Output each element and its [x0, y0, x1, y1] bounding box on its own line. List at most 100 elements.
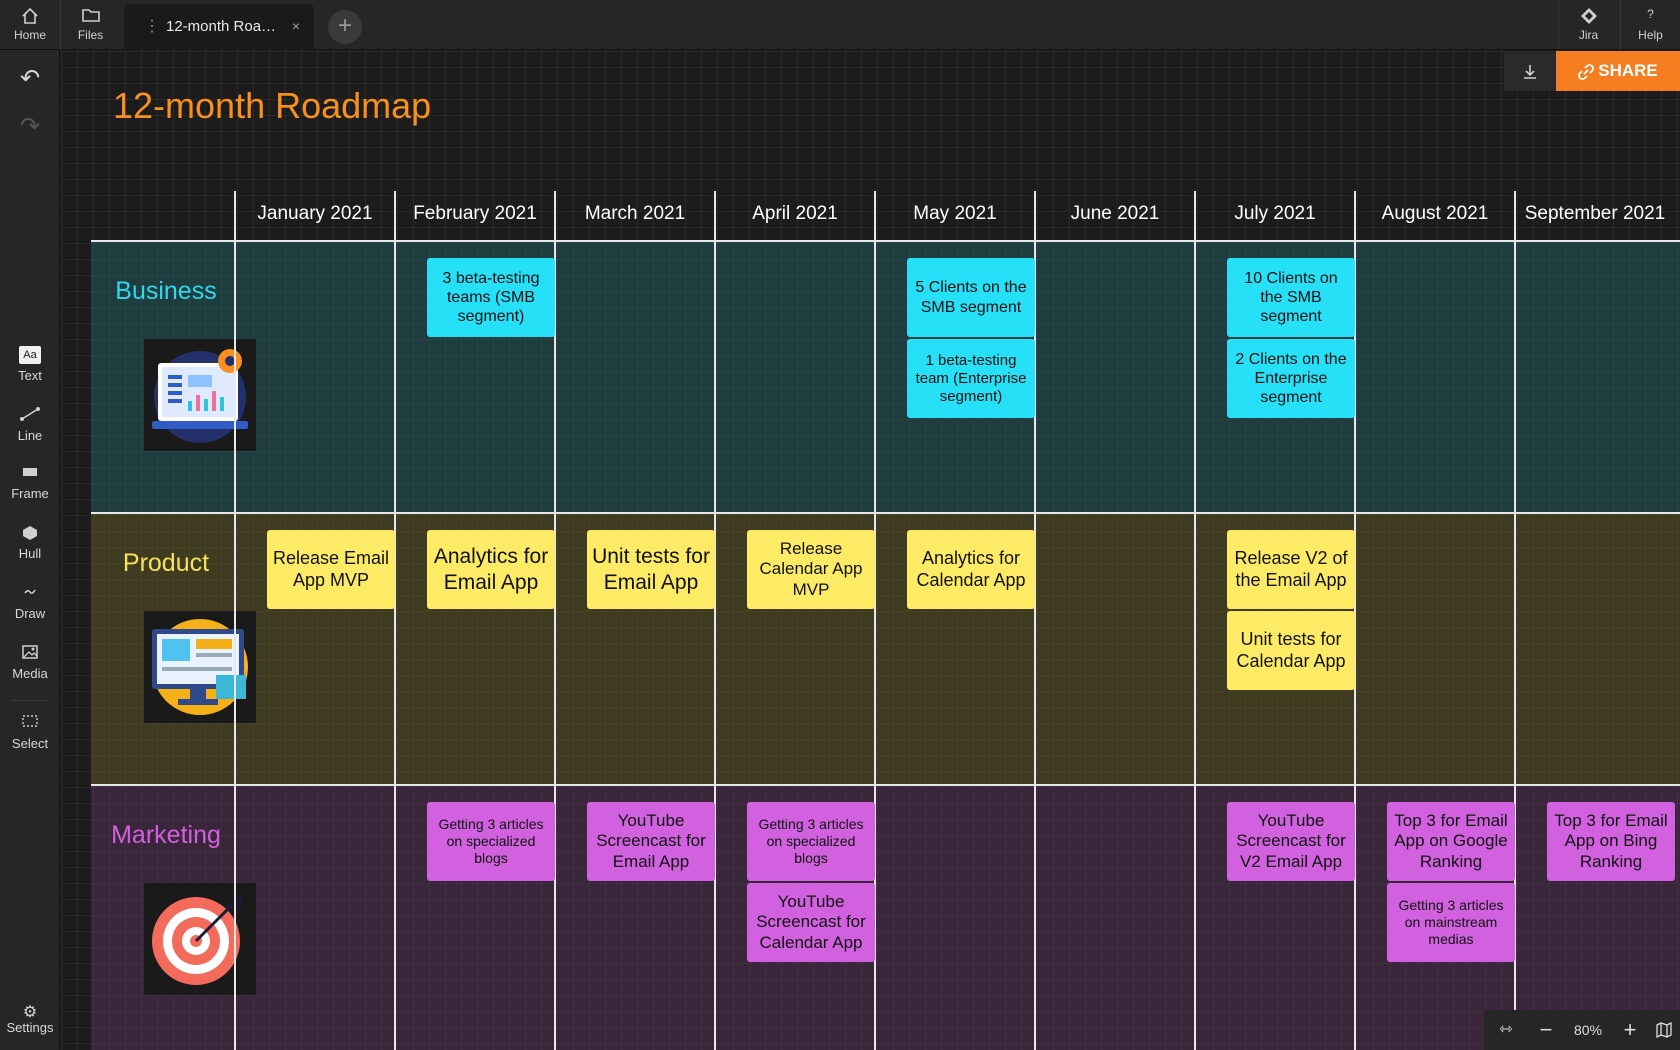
row-divider: [91, 784, 1680, 786]
sticky-note[interactable]: Analytics for Email App: [427, 530, 555, 609]
tab-menu-icon[interactable]: ⋮: [144, 16, 160, 36]
sticky-note-text: Unit tests for Calendar App: [1236, 628, 1346, 671]
sticky-note[interactable]: YouTube Screencast for V2 Email App: [1227, 802, 1355, 881]
tab-title: 12-month Roa…: [166, 18, 277, 35]
add-tab-button[interactable]: +: [328, 10, 362, 44]
top-bar: Home Files ⋮ 12-month Roa… × + Jira ? He…: [0, 0, 1680, 50]
hull-tool-label: Hull: [18, 546, 42, 561]
sticky-note[interactable]: 1 beta-testing team (Enterprise segment): [907, 339, 1035, 418]
lane-title-business[interactable]: Business: [91, 277, 241, 306]
close-tab-icon[interactable]: ×: [292, 18, 300, 34]
sticky-note[interactable]: 2 Clients on the Enterprise segment: [1227, 339, 1355, 418]
sticky-note[interactable]: Release Calendar App MVP: [747, 530, 875, 609]
month-header-may[interactable]: May 2021: [875, 203, 1035, 225]
share-button[interactable]: SHARE: [1556, 51, 1680, 91]
month-header-apr[interactable]: April 2021: [715, 203, 875, 225]
map-icon[interactable]: [1648, 1010, 1680, 1050]
download-button[interactable]: [1504, 51, 1556, 91]
column-divider: [394, 191, 396, 1050]
help-button[interactable]: ? Help: [1620, 0, 1680, 50]
sticky-note-text: YouTube Screencast for Email App: [596, 810, 706, 871]
settings-button[interactable]: ⚙ Settings: [0, 1002, 60, 1035]
month-header-sep[interactable]: September 2021: [1515, 203, 1675, 225]
line-tool-label: Line: [17, 428, 43, 443]
sticky-note-text: 10 Clients on the SMB segment: [1244, 269, 1338, 326]
app-window: Home Files ⋮ 12-month Roa… × + Jira ? He…: [0, 0, 1680, 1050]
select-tool[interactable]: Select: [0, 714, 60, 751]
files-button[interactable]: Files: [60, 0, 120, 50]
target-dart-image[interactable]: [144, 883, 256, 995]
text-tool[interactable]: Aa Text: [0, 346, 60, 383]
sticky-note[interactable]: 3 beta-testing teams (SMB segment): [427, 258, 555, 337]
analytics-laptop-image[interactable]: [144, 339, 256, 451]
home-label: Home: [13, 28, 46, 42]
sticky-note[interactable]: YouTube Screencast for Email App: [587, 802, 715, 881]
sticky-note[interactable]: Release V2 of the Email App: [1227, 530, 1355, 609]
month-header-jan[interactable]: January 2021: [235, 203, 395, 225]
sticky-note-text: 3 beta-testing teams (SMB segment): [442, 269, 540, 326]
fit-width-icon[interactable]: ⇿: [1484, 1010, 1528, 1050]
column-divider: [234, 191, 236, 1050]
sticky-note[interactable]: Top 3 for Email App on Google Ranking: [1387, 802, 1515, 881]
help-icon: ?: [1647, 7, 1654, 21]
jira-button[interactable]: Jira: [1558, 0, 1618, 50]
board-canvas[interactable]: 12-month Roadmap Business Product Market…: [61, 51, 1680, 1050]
month-header-jul[interactable]: July 2021: [1195, 203, 1355, 225]
hull-tool[interactable]: Hull: [0, 524, 60, 561]
home-button[interactable]: Home: [0, 0, 60, 50]
sticky-note[interactable]: Getting 3 articles on specialized blogs: [747, 802, 875, 881]
month-header-mar[interactable]: March 2021: [555, 203, 715, 225]
undo-icon[interactable]: ↶: [0, 64, 60, 93]
select-icon: [0, 714, 60, 736]
draw-tool[interactable]: Draw: [0, 584, 60, 621]
sticky-note[interactable]: Unit tests for Email App: [587, 530, 715, 609]
help-label: Help: [1638, 28, 1663, 42]
document-tab[interactable]: ⋮ 12-month Roa… ×: [124, 4, 314, 50]
zoom-out-button[interactable]: −: [1528, 1010, 1564, 1050]
sticky-note[interactable]: YouTube Screencast for Calendar App: [747, 883, 875, 962]
jira-icon: [1559, 0, 1618, 28]
month-header-jun[interactable]: June 2021: [1035, 203, 1195, 225]
row-divider: [91, 240, 1680, 242]
settings-label: Settings: [6, 1020, 54, 1035]
jira-label: Jira: [1578, 28, 1599, 42]
redo-icon[interactable]: ↷: [0, 112, 60, 141]
board-actions: SHARE: [1504, 51, 1680, 91]
media-tool-label: Media: [12, 666, 48, 681]
share-label: SHARE: [1598, 61, 1658, 80]
line-tool[interactable]: Line: [0, 406, 60, 443]
sticky-note[interactable]: Getting 3 articles on mainstream medias: [1387, 883, 1515, 962]
sticky-note[interactable]: 10 Clients on the SMB segment: [1227, 258, 1355, 337]
draw-icon: [0, 584, 60, 606]
frame-tool[interactable]: Frame: [0, 464, 60, 501]
lane-business[interactable]: Business: [91, 241, 1680, 513]
column-divider: [714, 191, 716, 1050]
sticky-note-text: Release V2 of the Email App: [1234, 547, 1348, 590]
sticky-note[interactable]: Unit tests for Calendar App: [1227, 611, 1355, 690]
gear-icon: ⚙: [22, 1004, 38, 1021]
month-header-feb[interactable]: February 2021: [395, 203, 555, 225]
zoom-in-button[interactable]: +: [1612, 1010, 1648, 1050]
sticky-note-text: 1 beta-testing team (Enterprise segment): [915, 351, 1027, 405]
row-divider: [91, 512, 1680, 514]
sticky-note-text: Release Email App MVP: [272, 547, 390, 590]
sticky-note-text: YouTube Screencast for V2 Email App: [1236, 810, 1346, 871]
sticky-note[interactable]: Release Email App MVP: [267, 530, 395, 609]
month-header-aug[interactable]: August 2021: [1355, 203, 1515, 225]
sticky-note[interactable]: Getting 3 articles on specialized blogs: [427, 802, 555, 881]
sticky-note[interactable]: 5 Clients on the SMB segment: [907, 258, 1035, 337]
sticky-note-text: 2 Clients on the Enterprise segment: [1235, 350, 1347, 407]
media-tool[interactable]: Media: [0, 644, 60, 681]
zoom-level[interactable]: 80%: [1564, 1010, 1612, 1050]
desktop-monitor-image[interactable]: [144, 611, 256, 723]
sidebar-divider: [12, 700, 48, 701]
sticky-note[interactable]: Analytics for Calendar App: [907, 530, 1035, 609]
sticky-note-text: Release Calendar App MVP: [759, 538, 863, 599]
lane-title-product[interactable]: Product: [91, 549, 241, 578]
files-label: Files: [77, 28, 104, 42]
lane-title-marketing[interactable]: Marketing: [91, 821, 241, 850]
text-tool-label: Text: [18, 368, 42, 383]
draw-tool-label: Draw: [14, 606, 46, 621]
sticky-note[interactable]: Top 3 for Email App on Bing Ranking: [1547, 802, 1675, 881]
board-title[interactable]: 12-month Roadmap: [113, 85, 431, 127]
